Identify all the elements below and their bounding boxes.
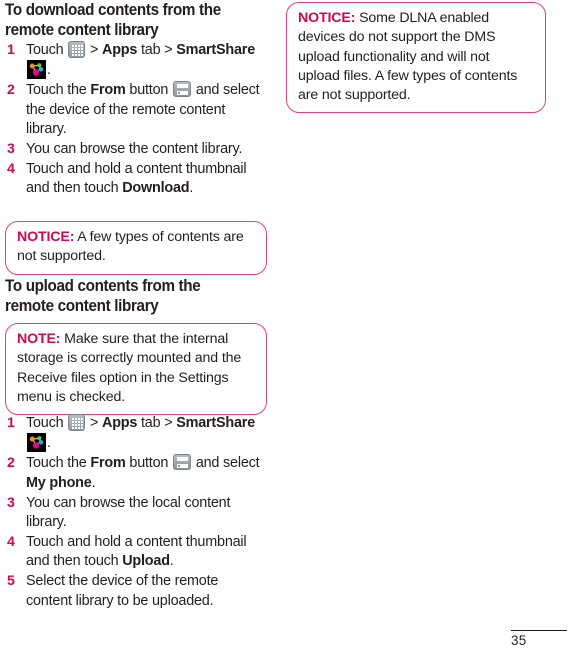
plain-text: . (47, 62, 51, 79)
plain-text: tab > (137, 42, 177, 58)
emphasis-text: Upload (122, 553, 170, 570)
upload-steps-list: 1 Touch > Apps tab > SmartShare . 2 Touch t… (5, 414, 267, 612)
plain-text: Touch the (26, 455, 91, 472)
step-item: 1 Touch > Apps tab > SmartShare . (5, 41, 267, 81)
step-text: You can browse the local content library… (26, 495, 230, 530)
notice-download-callout: NOTICE: A few types of contents are not … (5, 221, 267, 275)
step-item: 4 Touch and hold a content thumbnail and … (5, 533, 267, 572)
manual-page: To download contents from the remote con… (0, 0, 579, 654)
plain-text: You can browse the local content library… (26, 494, 231, 531)
emphasis-text: From (90, 455, 126, 472)
plain-text: tab > (137, 415, 177, 431)
step-text: Touch the From button and select the dev… (26, 81, 260, 137)
plain-text: . (189, 180, 194, 197)
emphasis-text: My phone (26, 474, 92, 491)
step-number: 4 (7, 533, 15, 550)
emphasis-text: From (90, 82, 126, 99)
smartshare-icon (27, 60, 46, 80)
step-text: You can browse the content library. (26, 141, 242, 157)
apps-grid-icon (68, 414, 86, 431)
plain-text: button (125, 82, 173, 99)
step-number: 3 (7, 141, 15, 158)
plain-text: button (125, 455, 173, 472)
note-upload-callout: NOTE: Make sure that the internal storag… (5, 323, 267, 416)
step-item: 5 Select the device of the remote content… (5, 572, 267, 611)
from-button-icon (173, 81, 192, 98)
plain-text: Touch (26, 415, 68, 431)
emphasis-text: Download (122, 180, 190, 197)
page-number: 35 (511, 633, 527, 648)
footer-rule (511, 630, 567, 631)
step-number: 4 (7, 160, 15, 177)
step-text: Touch > Apps tab > SmartShare . (26, 414, 256, 453)
apps-grid-icon (68, 41, 86, 58)
step-item: 4 Touch and hold a content thumbnail and … (5, 160, 267, 199)
plain-text: . (47, 435, 51, 452)
step-text: Touch and hold a content thumbnail and t… (26, 161, 247, 197)
step-text: Touch > Apps tab > SmartShare . (26, 41, 256, 80)
notice-label: NOTICE: (17, 229, 75, 245)
step-text: Touch and hold a content thumbnail and t… (26, 534, 247, 570)
plain-text: > (86, 415, 103, 431)
step-item: 2 Touch the From button and select My pho… (5, 454, 267, 493)
plain-text: Touch the (26, 82, 91, 99)
step-item: 2 Touch the From button and select the de… (5, 81, 267, 139)
from-button-icon (173, 454, 192, 471)
plain-text: > (86, 42, 103, 58)
emphasis-text: Apps (102, 415, 138, 431)
download-steps-list: 1 Touch > Apps tab > SmartShare . 2 Touch t… (5, 41, 267, 199)
emphasis-text: SmartShare (176, 415, 256, 431)
plain-text: and select (192, 455, 260, 472)
heading-upload-contents: To upload contents from the remote conte… (5, 277, 201, 315)
plain-text: . (169, 553, 174, 570)
step-item: 3 You can browse the local content librar… (5, 494, 267, 533)
step-number: 2 (7, 82, 15, 99)
smartshare-icon (27, 433, 46, 453)
plain-text: Touch (26, 42, 68, 58)
step-number: 2 (7, 455, 15, 472)
plain-text: You can browse the content library. (26, 141, 243, 158)
page-footer: 35 (511, 630, 569, 648)
step-item: 3 You can browse the content library. (5, 140, 267, 159)
heading-download-contents: To download contents from the remote con… (5, 1, 221, 39)
step-item: 1 Touch > Apps tab > SmartShare . (5, 414, 267, 454)
step-text: Select the device of the remote content … (26, 573, 218, 608)
step-number: 1 (7, 415, 15, 431)
step-number: 1 (7, 42, 15, 58)
step-number: 5 (7, 573, 15, 590)
note-label: NOTE: (17, 331, 61, 347)
step-text: Touch the From button and select My phon… (26, 454, 260, 491)
emphasis-text: SmartShare (176, 42, 256, 58)
emphasis-text: Apps (102, 42, 138, 58)
plain-text: . (91, 474, 96, 491)
notice-dlna-label: NOTICE: (298, 10, 356, 26)
plain-text: Select the device of the remote content … (26, 573, 219, 609)
step-number: 3 (7, 494, 15, 511)
notice-dlna-callout: NOTICE: Some DLNA enabled devices do not… (286, 2, 546, 114)
